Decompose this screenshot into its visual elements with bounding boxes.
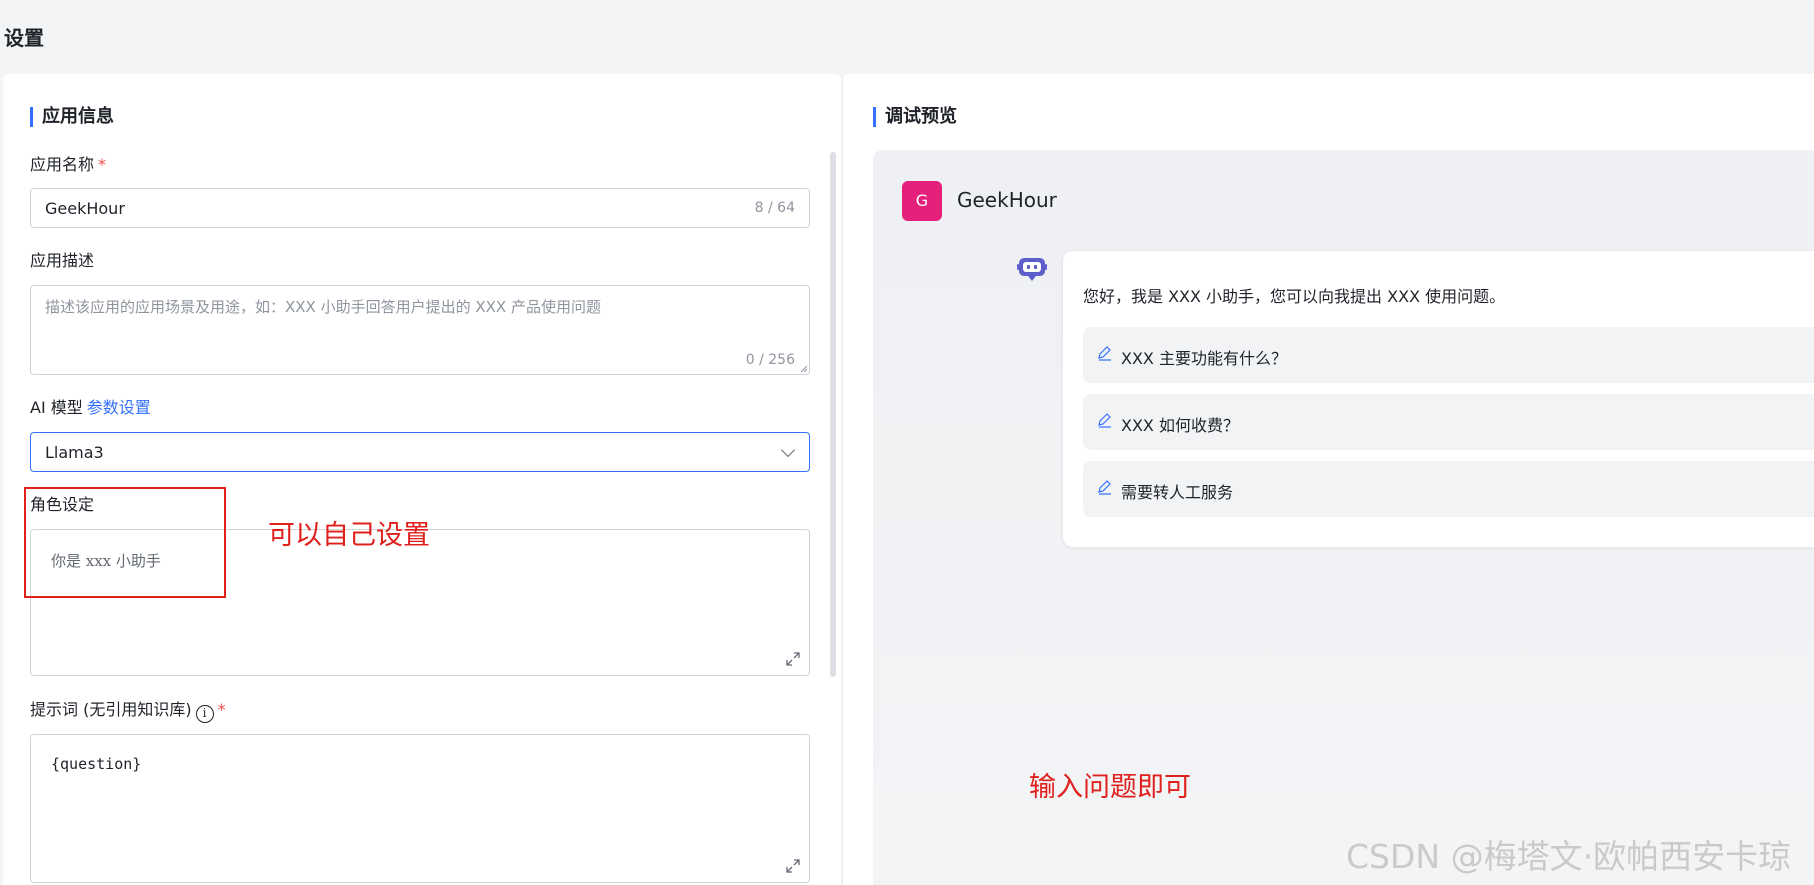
app-name-value: GeekHour (45, 199, 125, 218)
expand-icon[interactable] (785, 651, 801, 667)
info-icon[interactable]: i (195, 705, 214, 723)
chat-bubble: 您好，我是 XXX 小助手，您可以向我提出 XXX 使用问题。 XXX 主要功能… (1063, 251, 1814, 547)
suggestion-text: 需要转人工服务 (1121, 483, 1234, 502)
ai-model-label: AI 模型 参数设置 (30, 398, 151, 417)
param-settings-link[interactable]: 参数设置 (87, 398, 151, 417)
pen-icon (1098, 346, 1111, 361)
app-desc-counter: 0 / 256 (745, 352, 795, 368)
prompt-textarea[interactable]: {question} (30, 734, 810, 883)
suggestion-item[interactable]: XXX 如何收费？ (1083, 394, 1814, 450)
suggestion-item[interactable]: XXX 主要功能有什么？ (1083, 327, 1814, 383)
suggestion-text: XXX 主要功能有什么？ (1121, 349, 1287, 368)
app-name-counter: 8 / 64 (754, 200, 795, 216)
chevron-down-icon (780, 442, 796, 458)
pen-icon (1098, 413, 1111, 428)
ai-model-select[interactable]: Llama3 (30, 432, 810, 472)
app-name-label: 应用名称 * (30, 155, 107, 174)
resize-handle-icon[interactable] (800, 365, 808, 373)
avatar: G (902, 181, 942, 221)
preview-app-name: GeekHour (957, 188, 1057, 212)
app-desc-placeholder: 描述该应用的应用场景及用途，如：XXX 小助手回答用户提出的 XXX 产品使用问… (45, 298, 601, 316)
prompt-value: {question} (51, 755, 142, 773)
expand-icon[interactable] (785, 858, 801, 874)
annotation-highlight-box (24, 487, 226, 598)
annotation-role-note: 可以自己设置 (268, 520, 430, 551)
prompt-label: 提示词 (无引用知识库) i * (30, 700, 226, 723)
scrollbar[interactable] (830, 152, 836, 677)
ai-model-value: Llama3 (45, 443, 104, 462)
greeting-text: 您好，我是 XXX 小助手，您可以向我提出 XXX 使用问题。 (1083, 287, 1506, 306)
section-title-debug-preview: 调试预览 (873, 106, 957, 128)
watermark: CSDN @梅塔文·欧帕西安卡琼 (1346, 837, 1792, 876)
app-desc-textarea[interactable]: 描述该应用的应用场景及用途，如：XXX 小助手回答用户提出的 XXX 产品使用问… (30, 285, 810, 375)
app-name-input[interactable]: GeekHour 8 / 64 (30, 188, 810, 228)
suggestion-item[interactable]: 需要转人工服务 (1083, 461, 1814, 517)
pen-icon (1098, 480, 1111, 495)
bot-icon (1017, 258, 1047, 281)
app-desc-label: 应用描述 (30, 251, 95, 270)
annotation-input-note: 输入问题即可 (1029, 772, 1191, 803)
page-title: 设置 (4, 26, 44, 50)
suggestion-text: XXX 如何收费？ (1121, 416, 1239, 435)
section-title-app-info: 应用信息 (30, 106, 114, 128)
